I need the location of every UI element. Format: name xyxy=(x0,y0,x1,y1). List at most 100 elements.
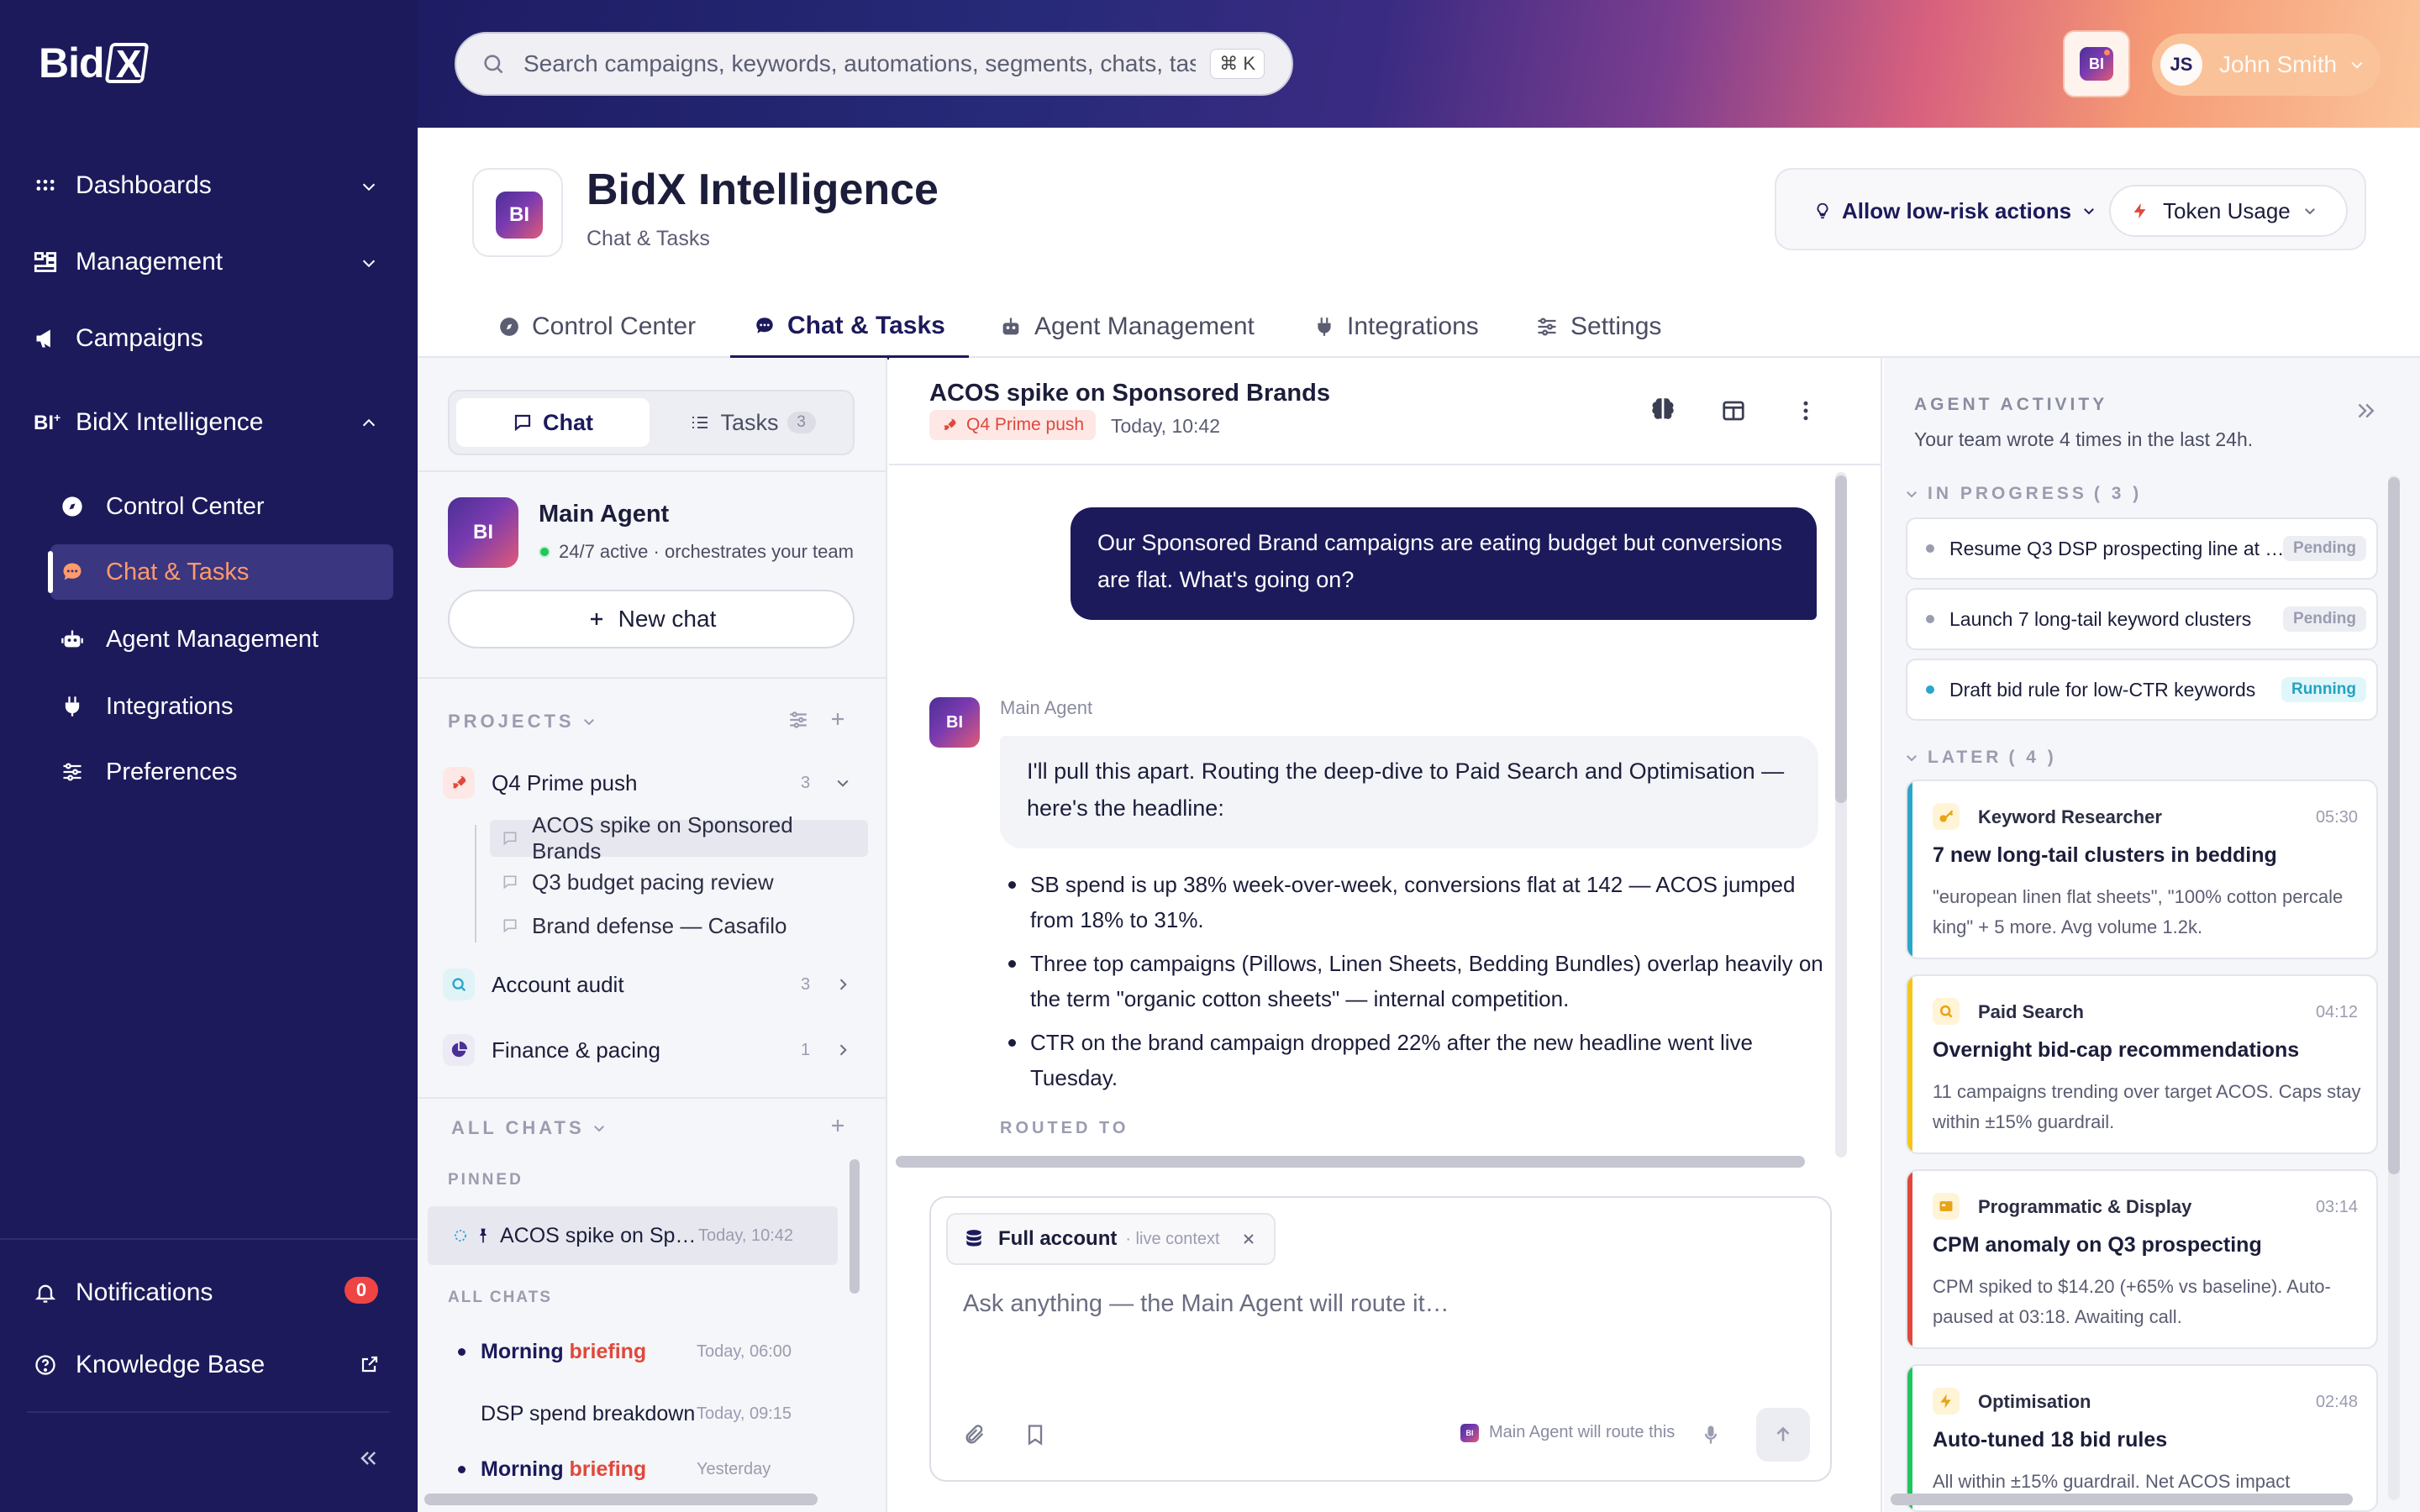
sidebar-subitem-preferences[interactable]: Preferences xyxy=(50,744,393,800)
activity-card[interactable]: Paid Search 04:12 Overnight bid-cap reco… xyxy=(1906,974,2378,1154)
sidebar-item-campaigns[interactable]: Campaigns xyxy=(34,324,203,353)
search-input[interactable]: Search campaigns, keywords, automations,… xyxy=(523,50,1196,77)
later-header[interactable]: LATER ( 4 ) xyxy=(1904,748,2057,768)
chat-item-time: Today, 09:15 xyxy=(697,1404,792,1423)
chevron-up-icon[interactable] xyxy=(360,414,378,433)
double-chevron-left-icon[interactable] xyxy=(356,1446,380,1470)
horizontal-scrollbar[interactable] xyxy=(1891,1494,2353,1505)
toggle-tasks[interactable]: Tasks 3 xyxy=(656,398,850,447)
allow-low-risk-label: Allow low-risk actions xyxy=(1842,197,2072,223)
bi-icon: BI+ xyxy=(34,410,61,434)
double-chevron-right-icon[interactable] xyxy=(2353,398,2378,423)
chat-item[interactable]: Brand defense — Casafilo xyxy=(490,907,868,944)
project-q4-prime-push[interactable]: Q4 Prime push 3 xyxy=(443,759,863,806)
tab-chat-tasks[interactable]: Chat & Tasks xyxy=(730,296,969,360)
pinned-chat-item[interactable]: ACOS spike on Sp… Today, 10:42 xyxy=(428,1206,838,1265)
project-account-audit[interactable]: Account audit 3 xyxy=(443,961,863,1008)
scrollbar[interactable] xyxy=(850,1159,860,1294)
brain-icon[interactable] xyxy=(1649,395,1677,423)
chevron-down-icon[interactable] xyxy=(834,774,851,791)
message-input[interactable]: Ask anything — the Main Agent will route… xyxy=(963,1290,1449,1318)
global-search[interactable]: Search campaigns, keywords, automations,… xyxy=(455,32,1293,96)
bidx-logo[interactable]: Bid X xyxy=(39,39,149,87)
main-agent-name: Main Agent xyxy=(539,501,670,528)
close-icon[interactable] xyxy=(1240,1231,1257,1247)
send-button[interactable] xyxy=(1756,1408,1810,1462)
plus-icon[interactable] xyxy=(828,1116,848,1136)
search-icon xyxy=(484,55,503,74)
agent-avatar: BI xyxy=(929,697,980,748)
chevron-down-icon xyxy=(1907,491,1917,498)
allow-low-risk-dropdown[interactable]: Allow low-risk actions xyxy=(1793,185,2099,237)
unread-dot xyxy=(458,1465,466,1473)
card-accent xyxy=(1907,1366,1912,1510)
context-sublabel: · live context xyxy=(1125,1229,1220,1248)
bi-assistant-button[interactable]: BI xyxy=(2063,30,2130,97)
in-progress-header[interactable]: IN PROGRESS ( 3 ) xyxy=(1904,484,2142,504)
user-menu[interactable]: JS John Smith xyxy=(2152,34,2381,96)
horizontal-scrollbar[interactable] xyxy=(896,1156,1805,1168)
logo-mark: X xyxy=(104,42,149,86)
chevron-right-icon[interactable] xyxy=(834,1042,851,1058)
microphone-icon[interactable] xyxy=(1699,1423,1723,1446)
tab-control-center[interactable]: Control Center xyxy=(498,296,696,358)
context-chip[interactable]: Full account · live context xyxy=(946,1213,1276,1265)
message-composer: Full account · live context Ask anything… xyxy=(929,1196,1832,1482)
toggle-chat[interactable]: Chat xyxy=(456,398,650,447)
chevron-down-icon[interactable] xyxy=(360,254,378,272)
activity-card[interactable]: Optimisation 02:48 Auto-tuned 18 bid rul… xyxy=(1906,1364,2378,1512)
sidebar-subitem-chat-tasks[interactable]: Chat & Tasks xyxy=(48,544,393,600)
chevron-right-icon[interactable] xyxy=(834,976,851,993)
scrollbar[interactable] xyxy=(2388,477,2400,1174)
bookmark-icon[interactable] xyxy=(1023,1423,1047,1446)
card-body: CPM spiked to $14.20 (+65% vs baseline).… xyxy=(1933,1276,2331,1327)
chevron-down-icon[interactable] xyxy=(360,177,378,196)
chat-item[interactable]: DSP spend breakdown Today, 09:15 xyxy=(434,1384,844,1443)
sidebar-item-management[interactable]: Management xyxy=(34,248,223,276)
sidebar-item-knowledge-base[interactable]: Knowledge Base xyxy=(34,1351,265,1379)
chat-item-label: Morning xyxy=(481,1457,570,1481)
sidebar-subitem-agent-management[interactable]: Agent Management xyxy=(50,612,393,667)
new-chat-button[interactable]: New chat xyxy=(448,590,855,648)
sidebar-item-notifications[interactable]: Notifications xyxy=(34,1278,213,1307)
sidebar-item-dashboards[interactable]: Dashboards xyxy=(34,171,212,200)
sidebar-item-bidx-intelligence[interactable]: BI+ BidX Intelligence xyxy=(34,408,263,437)
chat-item[interactable]: Morning briefing Yesterday xyxy=(434,1448,844,1490)
status-badge: Running xyxy=(2281,677,2366,702)
chat-item[interactable]: ACOS spike on Sponsored Brands xyxy=(490,812,868,864)
task-item[interactable]: Launch 7 long-tail keyword clusters Pend… xyxy=(1906,588,2378,650)
tab-label: Chat & Tasks xyxy=(787,311,945,339)
chat-bubble-icon xyxy=(503,832,517,846)
paperclip-icon[interactable] xyxy=(963,1423,986,1446)
sidebar-subitem-control-center[interactable]: Control Center xyxy=(50,479,393,534)
user-name: John Smith xyxy=(2219,51,2338,77)
tab-settings[interactable]: Settings xyxy=(1535,296,1661,358)
agent-message: I'll pull this apart. Routing the deep-d… xyxy=(1000,736,1818,848)
chat-item[interactable]: Q3 budget pacing review xyxy=(490,864,868,900)
chat-item[interactable]: Morning briefing Today, 06:00 xyxy=(434,1322,844,1381)
filter-icon[interactable] xyxy=(787,709,809,731)
tab-integrations[interactable]: Integrations xyxy=(1313,296,1479,358)
sidebar-item-label: Dashboards xyxy=(76,171,212,199)
sidebar-subitem-integrations[interactable]: Integrations xyxy=(50,679,393,734)
task-item[interactable]: Draft bid rule for low-CTR keywords Runn… xyxy=(1906,659,2378,721)
all-chats-header[interactable]: ALL CHATS xyxy=(451,1117,607,1139)
projects-header[interactable]: PROJECTS xyxy=(448,711,597,732)
scrollbar[interactable] xyxy=(1835,475,1847,803)
agent-activity-panel: AGENT ACTIVITY Your team wrote 4 times i… xyxy=(1884,358,2420,1512)
projects-header-label: PROJECTS xyxy=(448,711,575,732)
token-usage-dropdown[interactable]: Token Usage xyxy=(2109,185,2348,237)
activity-card[interactable]: Keyword Researcher 05:30 7 new long-tail… xyxy=(1906,780,2378,959)
horizontal-scrollbar[interactable] xyxy=(424,1494,818,1505)
chat-item-label: ACOS spike on Sp… xyxy=(500,1223,697,1247)
loading-spinner-icon xyxy=(455,1230,466,1242)
more-vertical-icon[interactable] xyxy=(1793,398,1818,423)
lightbulb-icon xyxy=(1817,202,1828,219)
split-view-icon[interactable] xyxy=(1721,398,1746,423)
project-tag[interactable]: Q4 Prime push xyxy=(929,410,1097,440)
project-finance-pacing[interactable]: Finance & pacing 1 xyxy=(443,1026,863,1074)
task-item[interactable]: Resume Q3 DSP prospecting line at … Pend… xyxy=(1906,517,2378,580)
activity-card[interactable]: Programmatic & Display 03:14 CPM anomaly… xyxy=(1906,1169,2378,1349)
plus-icon[interactable] xyxy=(828,709,848,729)
tab-agent-management[interactable]: Agent Management xyxy=(999,296,1255,358)
